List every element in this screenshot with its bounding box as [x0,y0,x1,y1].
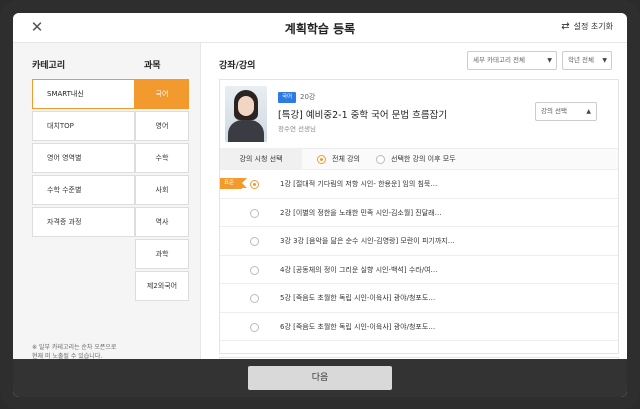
start-option-label: 강의 시청 선택 [220,149,302,170]
course-summary: 국어 20강 [특강] 예비중2-1 중학 국어 문법 흐름잡기 정수연 선생님… [220,80,618,148]
lecture-select[interactable]: 강의 선택 ▲ [535,102,597,121]
subject-heading: 과목 [144,61,161,71]
lecture-row[interactable]: 2강 [이별의 정한을 노래한 민족 시인-김소월] 진달래… [220,199,618,227]
option-after-selected[interactable]: 선택한 강의 이후 모두 [376,154,456,164]
category-item-daechi-top[interactable]: 대치TOP [32,111,135,141]
lecture-row[interactable]: 표준 1강 [절대적 기다림의 저항 시인- 한용운] 임의 침묵… [220,170,618,199]
modal-screen: ✕ 계획학습 등록 ⇄ 설정 초기화 카테고리 과목 SMART내신 대치TOP… [13,13,627,397]
lecture-row[interactable]: 3강 3강 [음악을 닮은 순수 시인-김영랑] 모란이 피기까지… [220,227,618,256]
subject-item-second-language[interactable]: 제2외국어 [135,271,189,301]
subject-item-history[interactable]: 역사 [135,207,189,237]
next-button[interactable]: 다음 [248,366,392,390]
category-list: SMART내신 대치TOP 영어 영역별 수학 수준별 자격증 과정 [32,79,135,239]
teacher-name: 정수연 선생님 [278,125,316,133]
category-item-certificate[interactable]: 자격증 과정 [32,207,135,237]
grade-select-value: 학년 전체 [568,56,594,64]
lecture-row[interactable]: 6강 [죽음도 초월한 독립 시인-이육사] 광야/청포도… [220,313,618,341]
option-after-label: 선택한 강의 이후 모두 [391,155,456,163]
radio-icon[interactable] [250,265,259,275]
subject-item-science[interactable]: 과학 [135,239,189,269]
radio-checked-icon [317,154,326,164]
page-title: 계획학습 등록 [284,22,356,36]
lecture-title: 1강 [절대적 기다림의 저항 시인- 한용운] 임의 침묵… [280,180,438,188]
radio-icon [376,154,385,164]
option-all-lectures[interactable]: 전체 강의 [317,154,360,164]
radio-icon[interactable] [250,208,259,218]
lecture-list: 표준 1강 [절대적 기다림의 저항 시인- 한용운] 임의 침묵… 2강 [이… [220,170,618,341]
radio-checked-icon[interactable] [250,180,259,189]
lecture-title: 5강 [죽음도 초월한 독립 시인-이육사] 광야/청포도… [280,294,436,302]
chevron-up-icon: ▲ [586,108,591,115]
modal-footer: 다음 [13,359,627,397]
category-item-english-area[interactable]: 영어 영역별 [32,143,135,173]
subject-item-social[interactable]: 사회 [135,175,189,205]
sub-category-select-value: 세부 카테고리 전체 [473,56,525,64]
lecture-title: 4강 [공동체의 정이 그리운 실향 시인-백석] 수라/여… [280,265,438,274]
category-note-line: ※ 일부 카테고리는 순차 오픈으로 [32,344,117,351]
course-card: 국어 20강 [특강] 예비중2-1 중학 국어 문법 흐름잡기 정수연 선생님… [219,79,619,354]
refresh-icon: ⇄ [561,21,570,32]
sub-category-select[interactable]: 세부 카테고리 전체 ▼ [467,51,557,70]
radio-icon[interactable] [250,294,259,303]
option-all-label: 전체 강의 [332,155,360,163]
category-panel: 카테고리 과목 SMART내신 대치TOP 영어 영역별 수학 수준별 자격증 … [13,43,201,360]
lecture-panel: 강좌/강의 세부 카테고리 전체 ▼ 학년 전체 ▼ 국어 20강 [특강] 예… [201,43,627,372]
subject-badge: 국어 [278,92,297,103]
modal-header: ✕ 계획학습 등록 ⇄ 설정 초기화 [13,13,627,43]
chevron-down-icon: ▼ [602,57,607,64]
start-option-row: 강의 시청 선택 전체 강의 선택한 강의 이후 모두 [220,148,618,170]
lecture-title: 6강 [죽음도 초월한 독립 시인-이육사] 광야/청포도… [280,322,436,331]
lecture-title: 2강 [이별의 정한을 노래한 민족 시인-김소월] 진달래… [280,208,442,217]
lecture-panel-title: 강좌/강의 [219,61,256,71]
subject-item-math[interactable]: 수학 [135,143,189,173]
lecture-title: 3강 3강 [음악을 닮은 순수 시인-김영랑] 모란이 피기까지… [280,237,455,245]
device-frame: ✕ 계획학습 등록 ⇄ 설정 초기화 카테고리 과목 SMART내신 대치TOP… [0,0,640,409]
category-heading: 카테고리 [32,61,66,71]
subject-item-korean[interactable]: 국어 [135,79,189,109]
radio-icon[interactable] [250,237,259,246]
standard-flag: 표준 [220,178,247,189]
subject-list: 국어 영어 수학 사회 역사 과학 제2외국어 [135,79,189,303]
category-item-smart[interactable]: SMART내신 [32,79,135,109]
radio-icon[interactable] [250,322,259,332]
teacher-thumbnail [225,86,267,142]
chevron-down-icon: ▼ [547,57,552,64]
lecture-select-value: 강의 선택 [541,107,567,115]
lecture-row[interactable]: 5강 [죽음도 초월한 독립 시인-이육사] 광야/청포도… [220,284,618,313]
category-item-math-level[interactable]: 수학 수준별 [32,175,135,205]
grade-select[interactable]: 학년 전체 ▼ [562,51,612,70]
reset-settings-button[interactable]: ⇄ 설정 초기화 [561,21,613,32]
lecture-row[interactable]: 4강 [공동체의 정이 그리운 실향 시인-백석] 수라/여… [220,256,618,284]
lecture-count: 20강 [300,93,316,101]
subject-item-english[interactable]: 영어 [135,111,189,141]
reset-settings-label: 설정 초기화 [573,22,613,31]
course-title: [특강] 예비중2-1 중학 국어 문법 흐름잡기 [278,110,448,121]
